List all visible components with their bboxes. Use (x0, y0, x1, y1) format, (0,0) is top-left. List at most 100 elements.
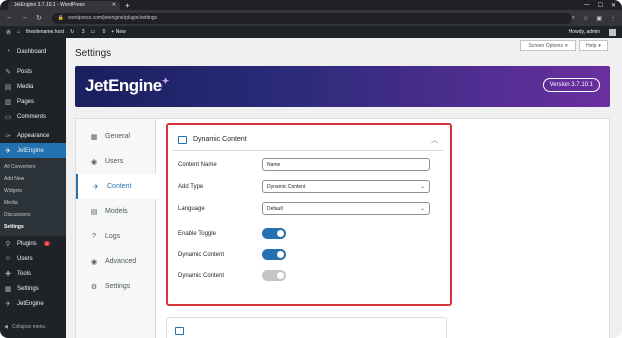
comments-item[interactable]: ▭ 0 (91, 29, 106, 35)
language-row: Language Default ⌄ (178, 202, 430, 215)
url-field[interactable]: 🔒 wordpress.com/jetengine/plugin/setting… (51, 12, 572, 24)
back-icon[interactable]: ← (6, 14, 13, 22)
toggle-label: Dynamic Content (178, 272, 225, 279)
next-card (166, 317, 447, 338)
maximize-icon[interactable]: ☐ (598, 2, 603, 9)
dynamic-content-toggle-row-2: Dynamic Content (178, 270, 286, 281)
sidebar-item-media[interactable]: ▤ Media (0, 79, 66, 94)
zoom-icon[interactable]: ⌕ (572, 15, 575, 22)
dynamic-content-toggle-switch[interactable] (262, 249, 286, 260)
question-icon: ? (92, 233, 96, 240)
toggle-label: Dynamic Content (178, 251, 225, 258)
tab-settings[interactable]: ⚙ Settings (76, 274, 155, 299)
page-title: Settings (75, 48, 112, 59)
forward-icon[interactable]: → (21, 14, 28, 22)
field-label: Add Type (178, 183, 204, 190)
sidebar-item-users[interactable]: ☺ Users (0, 251, 66, 266)
page-icon: ▥ (4, 98, 12, 106)
browser-nav: ← → ↻ (6, 14, 42, 22)
language-select[interactable]: Default ⌄ (262, 202, 430, 215)
tab-label: Settings (105, 283, 131, 290)
new-tab-icon[interactable]: + (125, 1, 130, 10)
wrench-icon: ✚ (5, 270, 11, 278)
submenu-item[interactable]: All Converters (0, 161, 66, 173)
dynamic-content-toggle-switch-off[interactable] (262, 270, 286, 281)
sidebar-item-pages[interactable]: ▥ Pages (0, 94, 66, 109)
wp-logo-icon[interactable]: Ⓦ (6, 29, 11, 36)
dynamic-content-icon (178, 135, 187, 144)
submenu-item[interactable]: Widgets (0, 185, 66, 197)
sidebar-item-label: Plugins (17, 240, 37, 247)
add-type-select[interactable]: Dynamic Content ⌄ (262, 180, 430, 193)
tab-advanced[interactable]: ◉ Advanced (76, 249, 155, 274)
tab-users[interactable]: ◉ Users (76, 149, 155, 174)
sidebar-item-appearance[interactable]: ✑ Appearance (0, 128, 66, 143)
close-window-icon[interactable]: ✕ (611, 2, 616, 9)
url-text: wordpress.com/jetengine/plugin/settings (68, 15, 158, 21)
tab-close-icon[interactable]: ✕ (112, 2, 116, 8)
sidebar-item-posts[interactable]: ✎ Posts (0, 64, 66, 79)
tab-general[interactable]: ▦ General (76, 124, 155, 149)
sidebar-item-settings[interactable]: ▦ Settings (0, 281, 66, 296)
field-value: Name (267, 161, 281, 168)
minimize-icon[interactable]: — (584, 2, 590, 9)
sidebar-item-label: Appearance (17, 132, 50, 139)
chevron-up-icon[interactable]: ︿ (431, 135, 438, 145)
sidebar-item-jetengine[interactable]: ✈ JetEngine (0, 143, 66, 158)
screen-options-button[interactable]: Screen Options ▾ (520, 40, 576, 51)
window-controls: — ☐ ✕ (584, 2, 616, 9)
help-button[interactable]: Help ▾ (579, 40, 608, 51)
card-header[interactable]: Dynamic Content ︿ (172, 129, 444, 151)
updates-item[interactable]: ↻ 3 (70, 29, 84, 35)
enable-toggle-switch[interactable] (262, 228, 286, 239)
content-name-row: Content Name Name (178, 158, 430, 171)
lock-icon: 🔒 (57, 15, 65, 21)
submenu-item[interactable]: Discussions (0, 209, 66, 221)
plugin-icon: ⚲ (5, 240, 11, 248)
submenu-item[interactable]: Media (0, 197, 66, 209)
sidebar-item-label: Users (17, 255, 33, 262)
sidebar-item-jetengine-2[interactable]: ✈ JetEngine (0, 296, 66, 311)
sidebar-item-comments[interactable]: ▭ Comments (0, 109, 66, 124)
settings-panel: ▦ General ◉ Users ✈ Content ▤ Models ? L… (75, 118, 610, 338)
tab-label: Logs (105, 233, 121, 240)
sidebar-item-dashboard[interactable]: ◔ Dashboard (0, 44, 66, 59)
bookmark-icon[interactable]: ☆ (583, 15, 588, 22)
browser-tab[interactable]: JetEngine 3.7.10.1 - WordPress ✕ (8, 0, 120, 10)
new-item[interactable]: + New (111, 29, 125, 35)
collapse-menu[interactable]: ◀ Collapse menu (0, 324, 66, 330)
field-label: Language (178, 205, 205, 212)
jetengine-banner: JetEngine✦ Version 3.7.10.1 (75, 66, 610, 107)
brush-icon: ✑ (5, 132, 11, 140)
user-icon: ☺ (4, 255, 12, 262)
tab-content[interactable]: ✈ Content (76, 174, 156, 199)
jetengine-logo: JetEngine✦ (85, 76, 169, 96)
submenu-item-current[interactable]: Settings (0, 221, 66, 233)
tab-logs[interactable]: ? Logs (76, 224, 155, 249)
jetengine-icon: ✈ (5, 147, 11, 155)
settings-icon: ▦ (4, 285, 12, 293)
chevron-down-icon: ⌄ (419, 206, 425, 212)
site-name[interactable]: thesitename.host (26, 29, 64, 35)
grid-icon: ▦ (90, 133, 98, 141)
reload-icon[interactable]: ↻ (36, 14, 42, 22)
menu-icon[interactable]: ⋮ (610, 15, 616, 22)
sidebar-item-label: Posts (17, 68, 33, 75)
extensions-icon[interactable]: ▣ (596, 15, 602, 22)
sidebar-item-plugins[interactable]: ⚲ Plugins 1 (0, 236, 66, 251)
screenshot-frame: JetEngine 3.7.10.1 - WordPress ✕ + — ☐ ✕… (0, 0, 622, 338)
table-icon: ▤ (90, 208, 98, 216)
sidebar-item-tools[interactable]: ✚ Tools (0, 266, 66, 281)
field-value: Dynamic Content (267, 183, 306, 190)
submenu-item[interactable]: Add New (0, 173, 66, 185)
account-menu[interactable]: Howdy, admin (563, 28, 616, 36)
home-icon[interactable]: ⌂ (17, 29, 20, 35)
field-value: Default (267, 205, 283, 212)
tab-models[interactable]: ▤ Models (76, 199, 155, 224)
globe-icon: ◉ (90, 158, 98, 166)
main-content: Screen Options ▾ Help ▾ Settings JetEngi… (66, 38, 622, 338)
tab-label: Users (105, 158, 124, 165)
chevron-down-icon: ▾ (598, 42, 601, 49)
next-card-header[interactable] (175, 327, 184, 335)
content-name-input[interactable]: Name (262, 158, 430, 171)
